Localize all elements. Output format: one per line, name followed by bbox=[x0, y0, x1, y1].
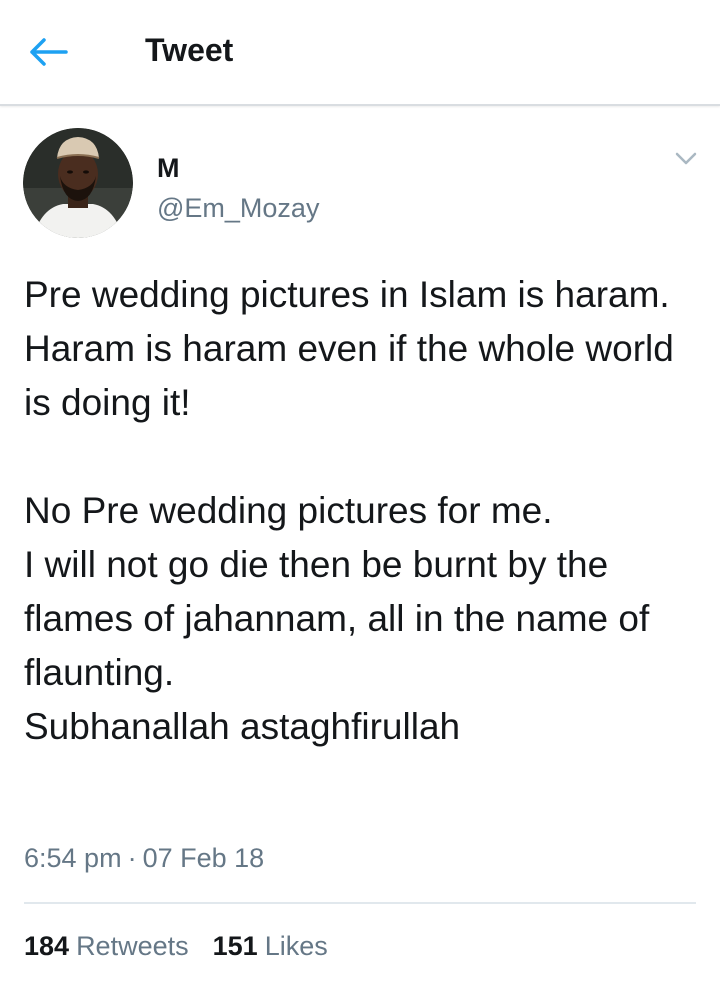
author-handle[interactable]: @Em_Mozay bbox=[157, 192, 319, 224]
retweets-count: 184 bbox=[24, 931, 70, 961]
retweets-stat[interactable]: 184 Retweets bbox=[24, 928, 189, 964]
retweets-label: Retweets bbox=[76, 931, 189, 961]
timestamp-separator: · bbox=[127, 843, 137, 873]
chevron-down-icon bbox=[675, 152, 697, 171]
likes-count: 151 bbox=[212, 931, 258, 961]
likes-stat[interactable]: 151 Likes bbox=[213, 928, 328, 964]
top-app-bar: Tweet bbox=[0, 0, 720, 106]
author-display-name[interactable]: M bbox=[157, 152, 180, 184]
back-button[interactable] bbox=[28, 28, 84, 76]
tweet-time: 6:54 pm bbox=[24, 843, 122, 873]
divider bbox=[24, 902, 696, 904]
arrow-left-icon bbox=[28, 37, 68, 67]
tweet-text: Pre wedding pictures in Islam is haram. … bbox=[24, 274, 674, 747]
tweet-date: 07 Feb 18 bbox=[142, 843, 265, 873]
user-avatar-icon bbox=[23, 128, 133, 238]
page-title: Tweet bbox=[145, 32, 234, 68]
avatar[interactable] bbox=[23, 128, 133, 238]
tweet-menu-button[interactable] bbox=[670, 146, 702, 176]
likes-label: Likes bbox=[264, 931, 328, 961]
tweet-timestamp: 6:54 pm · 07 Feb 18 bbox=[24, 840, 264, 876]
tweet-stats: 184 Retweets 151 Likes bbox=[24, 928, 352, 964]
